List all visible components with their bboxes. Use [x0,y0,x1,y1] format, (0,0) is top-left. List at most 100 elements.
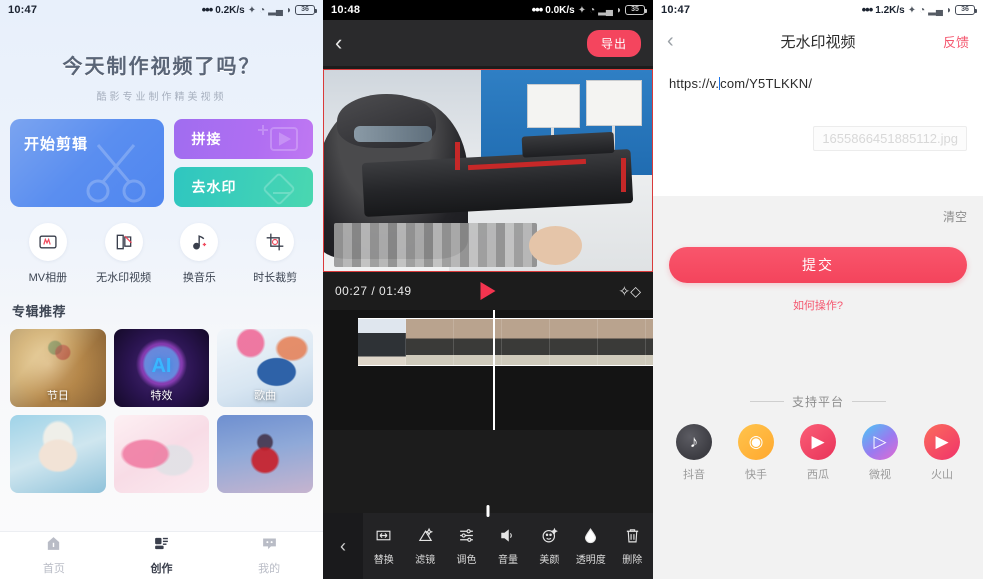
quick-action-mv-album[interactable]: MV相册 [10,223,86,285]
preview-mosaic-overlay [333,222,583,267]
timeline-playhead[interactable] [493,310,495,430]
filter-icon [417,527,434,545]
start-edit-button[interactable]: 开始剪辑 [10,119,164,207]
sparkle-icon[interactable]: ✧◇ [619,283,642,300]
platform-xigua[interactable]: ▶ 西瓜 [800,424,836,482]
bluetooth-icon: ✦ [907,4,917,16]
platform-label: 微视 [869,469,891,481]
editor-nav-bar: ‹ 导出 [323,20,653,66]
beauty-icon [541,527,558,545]
export-button[interactable]: 导出 [586,29,641,57]
page-subtitle: 酷影专业制作精美视频 [96,92,227,103]
mute-icon: ◔ [259,4,266,16]
supported-platforms-header: 支持平台 [653,393,983,410]
tool-replace[interactable]: 替换 [363,527,404,566]
tool-beauty[interactable]: 美颜 [529,527,570,566]
file-chip[interactable]: 1655866451885112.jpg [813,126,967,151]
tool-label: 替换 [373,554,394,566]
splice-label: 拼接 [191,131,222,147]
tool-delete[interactable]: 删除 [612,527,653,566]
tab-profile[interactable]: 我的 [215,532,323,579]
divider-right [852,401,886,402]
create-icon [153,535,170,557]
album-card[interactable]: 特效 [113,329,210,407]
timeline[interactable] [323,310,653,430]
editor-toolbar: ‹ 替换 滤镜 调色 音量 美颜 透明度 删除 [323,513,653,579]
quick-action-change-music[interactable]: 换音乐 [162,223,238,285]
chevron-left-icon: ‹ [340,535,346,556]
album-card[interactable]: 歌曲 [217,329,313,407]
album-card[interactable] [10,415,106,493]
section-title-albums: 专辑推荐 [12,304,67,319]
quick-action-label: MV相册 [28,272,68,284]
bottom-tab-bar: 首页 创作 我的 [0,531,323,579]
color-adjust-icon [458,527,475,545]
status-clock: 10:48 [331,4,361,16]
network-speed: 1.2K/s [875,4,905,16]
nav-bar-wrap: ‹ 无水印视频 反馈 [653,20,983,62]
network-speed: 0.2K/s [215,4,245,16]
battery-icon: 36 [295,5,317,15]
chevron-left-icon[interactable]: ‹ [335,32,342,54]
wifi-icon: ◗ [285,4,292,16]
tool-opacity[interactable]: 透明度 [570,527,611,566]
status-bar: 10:47 ••• 0.2K/s ✦ ◔ ▂▄ ◗ 36 [0,0,323,20]
album-label: 节日 [46,390,69,402]
how-to-link[interactable]: 如何操作? [653,297,983,313]
platform-kuaishou[interactable]: ◉ 快手 [738,424,774,482]
splice-button[interactable]: 拼接 [173,119,313,159]
remove-watermark-button[interactable]: 去水印 [173,167,313,207]
kuaishou-icon: ◉ [738,424,774,460]
preview-red-marker [455,142,461,171]
platform-label: 抖音 [683,469,705,481]
url-text-before-caret: https://v. [669,76,720,91]
video-preview[interactable] [323,69,653,272]
tab-home[interactable]: 首页 [0,532,108,579]
toolbar-back-button[interactable]: ‹ [323,513,363,579]
play-icon[interactable] [480,282,496,300]
platform-huoshan[interactable]: ▶ 火山 [924,424,960,482]
battery-icon: 36 [955,5,977,15]
timeline-frame [502,319,550,365]
timeline-track[interactable] [358,318,653,366]
hero-block: 今天制作视频了吗？ 酷影专业制作精美视频 [0,20,323,103]
album-card[interactable]: 节日 [10,329,106,407]
status-clock: 10:47 [661,4,691,16]
cellular-icon: ▂▄ [928,4,943,16]
tool-filter[interactable]: 滤镜 [404,527,445,566]
video-editor-screen: 10:48 ••• 0.0K/s ✦ ◔ ▂▄ ◗ 35 ‹ 导出 00:27 … [323,0,653,579]
platform-douyin[interactable]: ♪ 抖音 [676,424,712,482]
tab-label: 首页 [42,563,65,575]
album-card[interactable] [217,415,313,493]
quick-action-crop-duration[interactable]: 时长裁剪 [237,223,313,285]
album-label: 歌曲 [254,390,277,402]
quick-action-no-watermark[interactable]: 无水印视频 [86,223,162,285]
preview-red-pole [620,158,626,193]
album-card[interactable] [113,415,210,493]
platform-weishi[interactable]: ▷ 微视 [862,424,898,482]
preview-target-left [527,84,580,172]
tool-color-adjust[interactable]: 调色 [446,527,487,566]
status-clock: 10:47 [8,4,38,16]
profile-icon [261,535,278,557]
url-input[interactable]: https://v.com/Y5TLKKN/ [669,76,967,91]
tab-label: 创作 [150,563,173,575]
quick-action-row: MV相册 无水印视频 换音乐 时长裁剪 [0,207,323,285]
no-watermark-icon [104,223,143,261]
wifi-icon: ◗ [615,4,622,16]
quick-action-label: 换音乐 [182,272,216,284]
submit-button[interactable]: 提交 [669,247,967,283]
watermark-removal-screen: 10:47 ••• 1.2K/s ✦ ◔ ▂▄ ◗ 36 ‹ 无水印视频 反馈 … [653,0,983,579]
chevron-left-icon[interactable]: ‹ [667,30,674,53]
feedback-button[interactable]: 反馈 [943,32,969,51]
trash-icon [624,527,641,545]
home-indicator [486,505,490,517]
signal-dots-icon: ••• [201,2,214,17]
timeline-frame [646,319,653,365]
home-screen: 10:47 ••• 0.2K/s ✦ ◔ ▂▄ ◗ 36 今天制作视频了吗？ 酷… [0,0,323,579]
tool-volume[interactable]: 音量 [487,527,528,566]
bluetooth-icon: ✦ [577,4,587,16]
clear-button[interactable]: 清空 [653,196,983,225]
weishi-icon: ▷ [862,424,898,460]
tab-create[interactable]: 创作 [108,532,216,579]
